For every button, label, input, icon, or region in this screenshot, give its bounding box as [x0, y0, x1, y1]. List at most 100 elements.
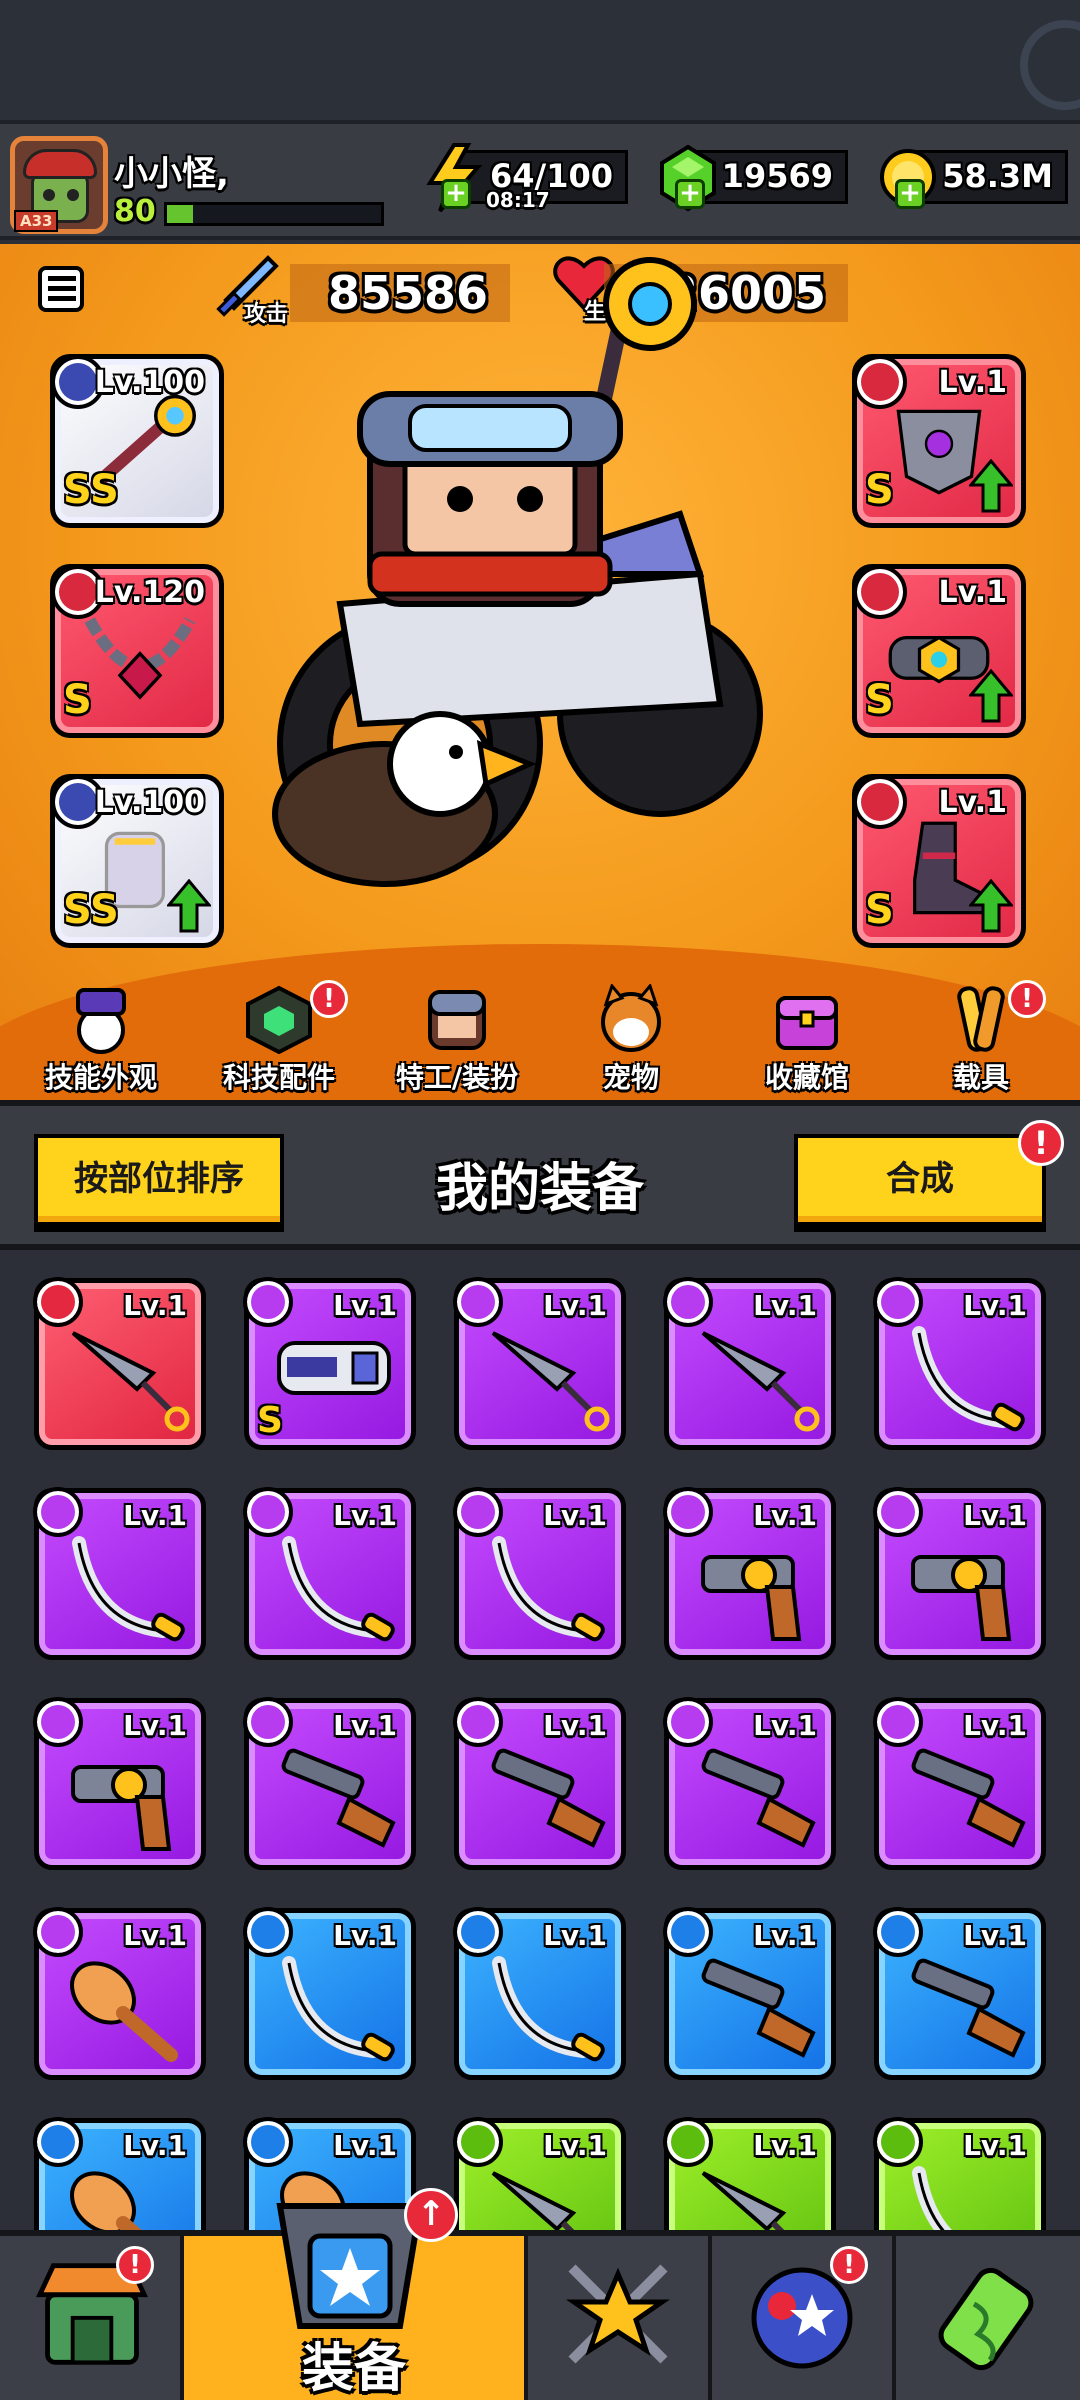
hero-character[interactable]: [240, 244, 800, 944]
bottom-nav-lab[interactable]: [896, 2236, 1080, 2400]
status-strip: [0, 0, 1080, 120]
club-icon: [70, 2171, 142, 2230]
shotgun-icon: [701, 1958, 816, 2058]
shotgun-icon: [911, 1958, 1026, 2058]
equipment-item[interactable]: Lv.1: [243, 1487, 416, 1660]
upgrade-alert-badge: ↑: [404, 2188, 458, 2242]
equipment-item[interactable]: Lv.1 S: [243, 1277, 416, 1450]
inventory-grid: Lv.1 Lv.1 S Lv.1 Lv.1 Lv.1 Lv.1 Lv.1 Lv.1 Lv.1 Lv.…: [0, 1250, 1080, 2230]
inventory-header: 按部位排序 我的装备 合成 !: [0, 1100, 1080, 1250]
bottom-nav-equipment[interactable]: ↑ 装备: [184, 2188, 528, 2400]
equipped-gloves[interactable]: Lv.100 SS: [50, 774, 224, 948]
equipment-item[interactable]: Lv.1: [873, 1697, 1046, 1870]
nav-collection[interactable]: 收藏馆: [722, 984, 892, 1100]
kunai-icon: [701, 2171, 787, 2230]
equipped-necklace[interactable]: Lv.120 S: [50, 564, 224, 738]
equipped-gloves-grade: SS: [63, 887, 119, 933]
shotgun-icon: [491, 1748, 606, 1848]
equipment-item[interactable]: Lv.1: [243, 1697, 416, 1870]
equipment-item[interactable]: Lv.1: [33, 1907, 206, 2080]
energy-timer: 08:17: [486, 188, 550, 212]
revolver-icon: [71, 1765, 172, 1851]
bottom-nav-equipment-label: 装备: [301, 2339, 406, 2399]
equipped-belt-grade: S: [865, 677, 894, 723]
craft-alert-badge: !: [1018, 1120, 1064, 1166]
equipment-item[interactable]: Lv.1: [243, 1907, 416, 2080]
add-gems-icon[interactable]: +: [675, 179, 705, 209]
equipment-item[interactable]: Lv.1: [663, 1907, 836, 2080]
alert-badge: !: [116, 2246, 154, 2284]
nav-label: 技能外观: [44, 1061, 157, 1094]
nav-agent-outfit[interactable]: 特工/装扮: [372, 984, 542, 1100]
equipped-weapon[interactable]: Lv.100 SS: [50, 354, 224, 528]
nav-label: 宠物: [602, 1061, 659, 1094]
chest-icon: [776, 996, 838, 1050]
equipment-item[interactable]: Lv.1: [663, 2117, 836, 2230]
revolver-icon: [911, 1555, 1012, 1641]
equipment-item[interactable]: Lv.1: [453, 1277, 626, 1450]
bottom-nav-battle[interactable]: [528, 2236, 712, 2400]
equipment-item[interactable]: Lv.1: [453, 1487, 626, 1660]
equipped-armor[interactable]: Lv.1 S: [852, 354, 1026, 528]
craft-button[interactable]: 合成: [794, 1134, 1046, 1232]
upgrade-arrow-icon: [167, 879, 211, 933]
ring-icon: [1020, 20, 1080, 110]
equipped-belt[interactable]: Lv.1 S: [852, 564, 1026, 738]
bottom-nav-shop[interactable]: !: [0, 2236, 184, 2400]
battle-star-icon: [565, 2264, 671, 2364]
club-icon: [70, 1961, 178, 2062]
equipment-item[interactable]: Lv.1: [663, 1487, 836, 1660]
kunai-icon: [491, 1331, 610, 1432]
blaster-icon: [277, 1341, 391, 1395]
equipped-necklace-grade: S: [63, 677, 92, 723]
revolver-icon: [701, 1555, 802, 1641]
upgrade-arrow-icon: [969, 879, 1013, 933]
katana-icon: [492, 1536, 605, 1642]
equipment-item[interactable]: Lv.1: [33, 1487, 206, 1660]
equipment-item[interactable]: Lv.1: [453, 1907, 626, 2080]
equipment-item[interactable]: Lv.1: [33, 1277, 206, 1450]
equipment-item[interactable]: Lv.1: [873, 1487, 1046, 1660]
player-name: 小小怪,: [114, 154, 229, 194]
alert-badge: !: [1008, 980, 1046, 1018]
rank-badge: A33: [14, 210, 59, 232]
gem-counter[interactable]: + 19569: [660, 144, 848, 212]
equipment-item[interactable]: Lv.1: [663, 1277, 836, 1450]
kunai-icon: [71, 1331, 190, 1432]
equipment-item[interactable]: Lv.1: [453, 2117, 626, 2230]
item-grade: S: [257, 1400, 283, 1441]
equipment-item[interactable]: Lv.1: [33, 1697, 206, 1870]
nav-pets[interactable]: 宠物: [546, 984, 716, 1100]
coin-value: 58.3M: [942, 157, 1053, 195]
equipment-item[interactable]: Lv.1: [873, 2117, 1046, 2230]
menu-list-icon[interactable]: [38, 266, 84, 312]
bottom-nav-events[interactable]: !: [712, 2236, 896, 2400]
equipped-weapon-grade: SS: [63, 467, 119, 513]
equipment-item[interactable]: Lv.1: [873, 1907, 1046, 2080]
add-energy-icon[interactable]: +: [441, 179, 471, 209]
nav-skill-skins[interactable]: 技能外观: [16, 984, 186, 1100]
nav-tech-parts[interactable]: ! 科技配件: [194, 980, 364, 1100]
exp-fill: [167, 205, 193, 223]
equipment-item[interactable]: Lv.1: [663, 1697, 836, 1870]
shotgun-icon: [701, 1748, 816, 1848]
kunai-icon: [491, 2171, 577, 2230]
equipped-armor-grade: S: [865, 467, 894, 513]
bottom-nav: ! ↑ 装备 !: [0, 2188, 1080, 2400]
upgrade-arrow-icon: [969, 459, 1013, 513]
equipment-item[interactable]: Lv.1: [33, 2117, 206, 2230]
upgrade-arrow-icon: [969, 669, 1013, 723]
coin-counter[interactable]: + 58.3M: [880, 149, 1068, 209]
katana-icon: [912, 1326, 1025, 1432]
katana-icon: [912, 2166, 952, 2230]
alert-badge: !: [830, 2246, 868, 2284]
nav-label: 科技配件: [222, 1061, 335, 1094]
nav-label: 载具: [952, 1061, 1009, 1094]
add-coins-icon[interactable]: +: [895, 179, 925, 209]
nav-vehicles[interactable]: ! 载具: [896, 980, 1066, 1100]
equipment-item[interactable]: Lv.1: [873, 1277, 1046, 1450]
katana-icon: [282, 1956, 395, 2062]
equipment-item[interactable]: Lv.1: [453, 1697, 626, 1870]
player-level: 80: [114, 194, 156, 229]
equipped-boots[interactable]: Lv.1 S: [852, 774, 1026, 948]
